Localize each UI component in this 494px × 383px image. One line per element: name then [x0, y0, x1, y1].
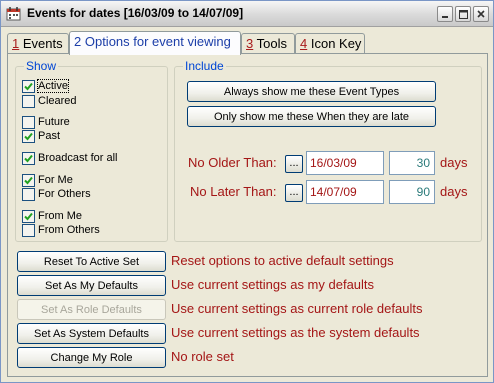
set-as-system-defaults-button[interactable]: Set As System Defaults [17, 323, 166, 344]
show-group: Show Active Cleared Future Past Broadcas… [15, 59, 168, 242]
checkbox-label: From Others [38, 224, 100, 236]
checkbox-label: For Others [38, 188, 91, 200]
no-later-days-label: days [440, 184, 468, 199]
checkbox-active[interactable]: Active [22, 79, 69, 93]
change-my-role-button[interactable]: Change My Role [17, 347, 166, 368]
role-defaults-description: Use current settings as current role def… [171, 301, 423, 316]
close-button[interactable] [473, 6, 489, 22]
window-title: Events for dates [16/03/09 to 14/07/09] [27, 6, 244, 20]
checkmark-icon [24, 212, 33, 220]
checkbox-label: Active [37, 79, 69, 93]
checkbox-box[interactable] [22, 94, 35, 108]
checkbox-past[interactable]: Past [22, 129, 60, 143]
checkbox-box[interactable] [22, 223, 35, 237]
no-later-days-field[interactable]: 90 [389, 180, 435, 204]
checkbox-label: Cleared [38, 95, 77, 107]
title-bar[interactable]: Events for dates [16/03/09 to 14/07/09] [1, 1, 493, 27]
tab-icon-key[interactable]: 4 Icon Key [295, 33, 365, 54]
checkbox-from-others[interactable]: From Others [22, 223, 100, 237]
app-icon [6, 7, 21, 21]
always-show-event-types-button[interactable]: Always show me these Event Types [187, 81, 436, 102]
close-icon [477, 10, 485, 18]
checkmark-icon [24, 82, 33, 90]
tab-tools[interactable]: 3 Tools [241, 33, 295, 54]
events-window: Events for dates [16/03/09 to 14/07/09] … [0, 0, 494, 383]
tab-events[interactable]: 1 Events [7, 33, 69, 54]
checkbox-for-others[interactable]: For Others [22, 187, 91, 201]
reset-to-active-set-button[interactable]: Reset To Active Set [17, 251, 166, 272]
minimize-button[interactable] [437, 6, 453, 22]
checkbox-label: Future [38, 116, 70, 128]
no-older-than-label: No Older Than: [188, 155, 277, 170]
checkmark-icon [24, 154, 33, 162]
only-show-when-late-button[interactable]: Only show me these When they are late [187, 106, 436, 127]
checkbox-box[interactable] [22, 115, 35, 129]
system-defaults-description: Use current settings as the system defau… [171, 325, 420, 340]
include-group-title: Include [183, 59, 226, 73]
no-later-than-label: No Later Than: [190, 184, 277, 199]
show-group-title: Show [24, 59, 59, 73]
no-older-days-field[interactable]: 30 [389, 151, 435, 175]
maximize-button[interactable] [455, 6, 471, 22]
no-later-date-field[interactable]: 14/07/09 [306, 180, 384, 204]
set-as-my-defaults-button[interactable]: Set As My Defaults [17, 275, 166, 296]
checkbox-label: Broadcast for all [38, 152, 118, 164]
no-older-date-field[interactable]: 16/03/09 [306, 151, 384, 175]
reset-description: Reset options to active default settings [171, 253, 394, 268]
role-status-description: No role set [171, 349, 234, 364]
no-older-days-label: days [440, 155, 468, 170]
checkbox-box[interactable] [22, 173, 35, 187]
checkbox-box[interactable] [22, 151, 35, 165]
checkbox-from-me[interactable]: From Me [22, 209, 82, 223]
maximize-icon [458, 9, 468, 19]
checkbox-future[interactable]: Future [22, 115, 70, 129]
options-panel: Show Active Cleared Future Past Broadcas… [7, 53, 488, 377]
checkbox-label: For Me [38, 174, 73, 186]
checkbox-box[interactable] [22, 209, 35, 223]
checkbox-for-me[interactable]: For Me [22, 173, 73, 187]
my-defaults-description: Use current settings as my defaults [171, 277, 375, 292]
checkbox-cleared[interactable]: Cleared [22, 94, 77, 108]
checkbox-label: From Me [38, 210, 82, 222]
no-later-date-picker-button[interactable]: ... [285, 184, 303, 202]
minimize-icon [442, 16, 448, 18]
include-group: Include Always show me these Event Types… [174, 59, 482, 242]
checkmark-icon [24, 132, 33, 140]
set-as-role-defaults-button[interactable]: Set As Role Defaults [17, 299, 166, 320]
checkbox-broadcast[interactable]: Broadcast for all [22, 151, 117, 165]
checkmark-icon [24, 176, 33, 184]
checkbox-box[interactable] [22, 79, 35, 93]
no-older-date-picker-button[interactable]: ... [285, 155, 303, 173]
checkbox-box[interactable] [22, 187, 35, 201]
checkbox-label: Past [38, 130, 61, 142]
checkbox-box[interactable] [22, 129, 35, 143]
tab-options[interactable]: 2 Options for event viewing [69, 31, 241, 55]
